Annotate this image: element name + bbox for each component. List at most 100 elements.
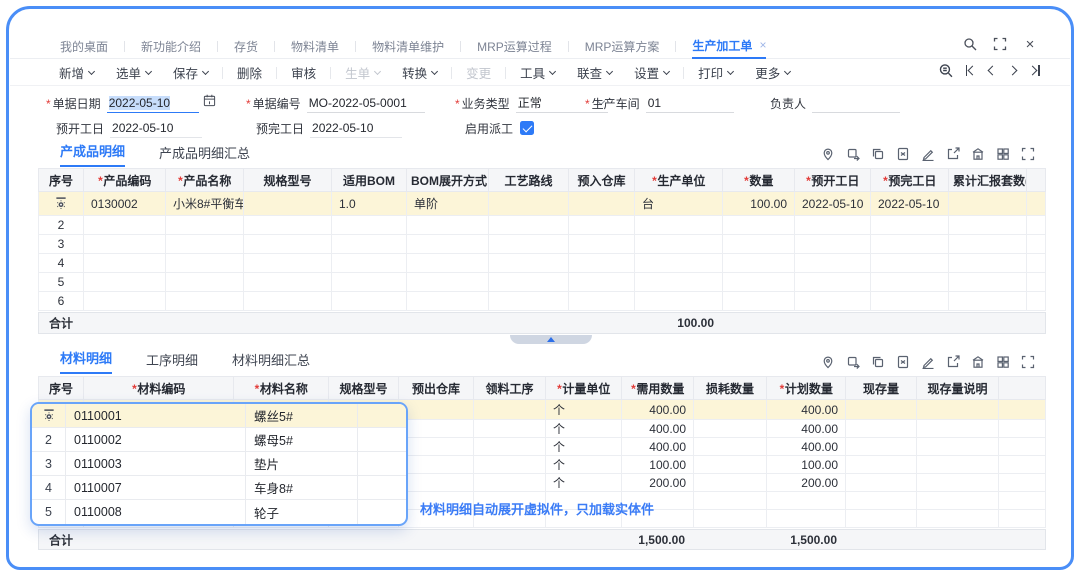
callout-row[interactable]: 4 0110007 车身8# xyxy=(32,476,406,500)
tab-bom-maintain[interactable]: 物料清单维护 xyxy=(372,34,444,59)
plan-start-field[interactable]: 2022-05-10 xyxy=(110,118,202,138)
copy-insert-icon[interactable] xyxy=(845,146,861,162)
col-seq[interactable]: 序号 xyxy=(39,169,84,192)
cell-need-qty[interactable]: 100.00 xyxy=(622,456,694,474)
col-spec[interactable]: 规格型号 xyxy=(244,169,332,192)
col-seq[interactable]: 序号 xyxy=(39,377,84,400)
cell-product-code[interactable]: 0130002 xyxy=(84,192,166,216)
doc-export-icon[interactable] xyxy=(895,354,911,370)
row-gear-cell[interactable] xyxy=(39,192,84,216)
cell-need-qty[interactable]: 200.00 xyxy=(622,474,694,492)
share-out-icon[interactable] xyxy=(945,354,961,370)
col-cum-report[interactable]: 累计汇报套数(... xyxy=(949,169,1027,192)
col-loss-qty[interactable]: 损耗数量 xyxy=(694,377,767,400)
product-row-empty[interactable]: 2 xyxy=(39,216,1046,235)
print-button[interactable]: 打印 xyxy=(698,63,733,82)
tab-product-summary[interactable]: 产成品明细汇总 xyxy=(159,143,250,167)
callout-row[interactable]: 5 0110008 轮子 xyxy=(32,500,406,524)
cell-unit[interactable]: 个 xyxy=(546,438,622,456)
cell-need-qty[interactable]: 400.00 xyxy=(622,400,694,420)
col-stock-note[interactable]: 现存量说明 xyxy=(917,377,999,400)
first-page-icon[interactable] xyxy=(966,63,977,77)
col-spec[interactable]: 规格型号 xyxy=(329,377,399,400)
add-button[interactable]: 新增 xyxy=(59,63,94,82)
cell-unit[interactable]: 个 xyxy=(546,420,622,438)
cell-in-warehouse[interactable] xyxy=(569,192,635,216)
tab-bom[interactable]: 物料清单 xyxy=(291,34,339,59)
cell-need-qty[interactable]: 400.00 xyxy=(622,438,694,456)
workshop-field[interactable]: 01 xyxy=(646,93,734,113)
col-measure-unit[interactable]: 计量单位 xyxy=(546,377,622,400)
cell-cum-report[interactable] xyxy=(949,192,1027,216)
last-page-icon[interactable] xyxy=(1029,63,1040,77)
product-row-1[interactable]: 0130002 小米8#平衡车 1.0 单阶 台 100.00 2022-05-… xyxy=(39,192,1046,216)
batch-edit-icon[interactable] xyxy=(920,146,936,162)
product-row-empty[interactable]: 4 xyxy=(39,254,1046,273)
archive-icon[interactable] xyxy=(970,146,986,162)
list-browse-icon[interactable] xyxy=(938,63,953,77)
audit-button[interactable]: 审核 xyxy=(291,63,316,82)
doc-no-field[interactable]: MO-2022-05-0001 xyxy=(307,93,425,113)
col-product-code[interactable]: 产品编码 xyxy=(84,169,166,192)
tab-material-detail[interactable]: 材料明细 xyxy=(60,348,112,374)
product-row-empty[interactable]: 3 xyxy=(39,235,1046,254)
col-product-name[interactable]: 产品名称 xyxy=(166,169,244,192)
linked-query-button[interactable]: 联查 xyxy=(577,63,612,82)
layout-icon[interactable] xyxy=(995,354,1011,370)
col-pick-process[interactable]: 领料工序 xyxy=(474,377,546,400)
cell-unit[interactable]: 台 xyxy=(635,192,723,216)
manager-field[interactable] xyxy=(812,93,900,113)
tab-inventory[interactable]: 存货 xyxy=(234,34,258,59)
col-out-warehouse[interactable]: 预出仓库 xyxy=(399,377,474,400)
row-settings-icon[interactable] xyxy=(46,197,76,210)
cell-unit[interactable]: 个 xyxy=(546,400,622,420)
share-out-icon[interactable] xyxy=(945,146,961,162)
copy-insert-icon[interactable] xyxy=(845,354,861,370)
maximize-icon[interactable] xyxy=(1020,354,1036,370)
col-start-date[interactable]: 预开工日 xyxy=(795,169,871,192)
cell-plan-qty[interactable]: 400.00 xyxy=(767,400,846,420)
tools-button[interactable]: 工具 xyxy=(520,63,555,82)
tab-new-features[interactable]: 新功能介绍 xyxy=(141,34,201,59)
cell-unit[interactable]: 个 xyxy=(546,456,622,474)
search-icon[interactable] xyxy=(962,36,978,52)
cell-plan-qty[interactable]: 100.00 xyxy=(767,456,846,474)
tab-close-icon[interactable]: × xyxy=(759,38,766,52)
save-button[interactable]: 保存 xyxy=(173,63,208,82)
col-in-warehouse[interactable]: 预入仓库 xyxy=(569,169,635,192)
col-material-code[interactable]: 材料编码 xyxy=(84,377,234,400)
settings-button[interactable]: 设置 xyxy=(634,63,669,82)
col-bom[interactable]: 适用BOM xyxy=(332,169,407,192)
convert-button[interactable]: 转换 xyxy=(402,63,437,82)
col-unit[interactable]: 生产单位 xyxy=(635,169,723,192)
generate-order-button[interactable]: 生单 xyxy=(345,63,380,82)
calendar-icon[interactable] xyxy=(203,94,216,112)
tab-process-detail[interactable]: 工序明细 xyxy=(146,350,198,374)
next-page-icon[interactable] xyxy=(1009,63,1016,77)
tab-mrp-process[interactable]: MRP运算过程 xyxy=(477,34,552,59)
cell-bom-mode[interactable]: 单阶 xyxy=(407,192,489,216)
cell-spec[interactable] xyxy=(244,192,332,216)
product-row-empty[interactable]: 6 xyxy=(39,292,1046,311)
plan-end-field[interactable]: 2022-05-10 xyxy=(310,118,402,138)
cell-unit[interactable]: 个 xyxy=(546,474,622,492)
col-route[interactable]: 工艺路线 xyxy=(489,169,569,192)
doc-export-icon[interactable] xyxy=(895,146,911,162)
locate-icon[interactable] xyxy=(820,354,836,370)
col-material-name[interactable]: 材料名称 xyxy=(234,377,329,400)
delete-button[interactable]: 删除 xyxy=(237,63,262,82)
callout-row[interactable]: 2 0110002 螺母5# xyxy=(32,428,406,452)
row-gear-cell[interactable] xyxy=(32,404,66,427)
cell-end-date[interactable]: 2022-05-10 xyxy=(871,192,949,216)
batch-edit-icon[interactable] xyxy=(920,354,936,370)
product-row-empty[interactable]: 5 xyxy=(39,273,1046,292)
cell-loss-qty[interactable] xyxy=(694,400,767,420)
copy-icon[interactable] xyxy=(870,146,886,162)
more-button[interactable]: 更多 xyxy=(755,63,790,82)
tab-mrp-plan[interactable]: MRP运算方案 xyxy=(585,34,660,59)
col-stock-qty[interactable]: 现存量 xyxy=(846,377,917,400)
cell-qty[interactable]: 100.00 xyxy=(723,192,795,216)
cell-route[interactable] xyxy=(489,192,569,216)
col-plan-qty[interactable]: 计划数量 xyxy=(767,377,846,400)
cell-bom[interactable]: 1.0 xyxy=(332,192,407,216)
